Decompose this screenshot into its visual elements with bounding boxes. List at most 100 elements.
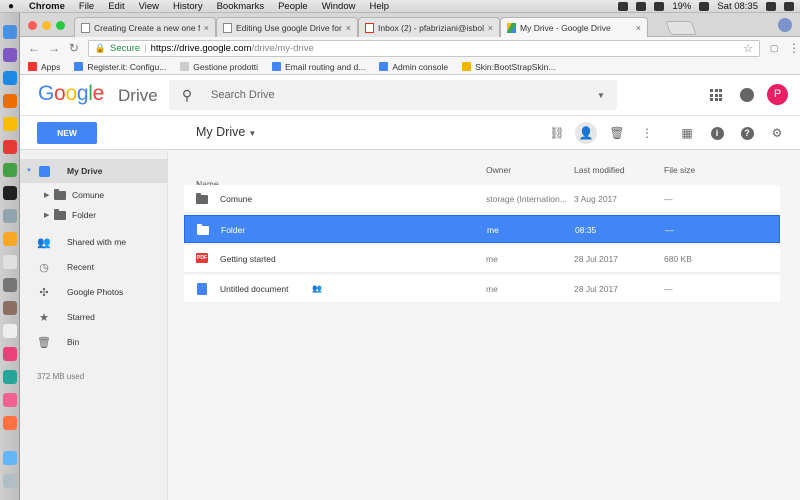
menu-people[interactable]: People <box>271 1 315 12</box>
apple-icon[interactable]: ● <box>0 1 22 12</box>
app-icon[interactable] <box>3 278 17 292</box>
photos-icon[interactable] <box>3 347 17 361</box>
file-size: — <box>664 284 673 294</box>
location-title[interactable]: My Drive ▼ <box>196 125 256 139</box>
sidebar-item-shared-with-me[interactable]: 👥 Shared with me <box>20 230 168 254</box>
firefox-icon[interactable] <box>3 94 17 108</box>
tree-item-folder[interactable]: ▶ Folder <box>20 205 168 225</box>
volume-icon[interactable] <box>654 1 665 11</box>
status-icon[interactable] <box>618 1 629 11</box>
sidebar-item-recent[interactable]: ◷ Recent <box>20 255 168 279</box>
chrome-profile-icon[interactable] <box>778 18 792 32</box>
extension-icon[interactable]: ▢ <box>768 43 780 54</box>
sidebar-item-google-photos[interactable]: ✣ Google Photos <box>20 280 168 304</box>
tab-creating[interactable]: Creating Create a new one fol × <box>74 17 216 37</box>
settings-gear-icon[interactable]: ⚙ <box>766 122 788 144</box>
chrome-menu-icon[interactable]: ⋮ <box>788 41 800 55</box>
address-bar[interactable]: 🔒 Secure | https://drive.google.com/driv… <box>87 39 761 57</box>
notification-center-icon[interactable] <box>784 1 794 11</box>
launchpad-icon[interactable] <box>3 48 17 62</box>
forward-icon[interactable]: → <box>48 41 60 55</box>
menu-app-name[interactable]: Chrome <box>22 1 72 12</box>
bookmark-gestione[interactable]: Gestione prodotti <box>180 62 258 72</box>
menu-bookmarks[interactable]: Bookmarks <box>210 1 272 12</box>
sidebar-item-bin[interactable]: 🗑 Bin <box>20 330 168 354</box>
notifications-icon[interactable] <box>740 88 754 102</box>
tab-my-drive[interactable]: My Drive - Google Drive × <box>500 17 648 37</box>
help-icon[interactable]: ? <box>736 122 758 144</box>
expand-arrow-icon[interactable]: ▶ <box>44 191 49 199</box>
messages-icon[interactable] <box>3 370 17 384</box>
battery-icon[interactable] <box>699 1 710 11</box>
menu-edit[interactable]: Edit <box>101 1 131 12</box>
menu-view[interactable]: View <box>132 1 166 12</box>
search-input[interactable] <box>205 89 597 101</box>
app-icon[interactable] <box>3 209 17 223</box>
tab-close-icon[interactable]: × <box>204 23 209 33</box>
sidebar-item-my-drive[interactable]: ▼ My Drive <box>20 159 168 183</box>
app-icon[interactable] <box>3 301 17 315</box>
delete-icon[interactable]: 🗑 <box>606 122 628 144</box>
tab-close-icon[interactable]: × <box>488 23 493 33</box>
search-icon[interactable]: ⚲ <box>169 87 205 104</box>
menu-window[interactable]: Window <box>315 1 363 12</box>
wifi-icon[interactable] <box>636 1 647 11</box>
bookmark-email-routing[interactable]: Email routing and d... <box>272 62 365 72</box>
app-icon[interactable] <box>3 324 17 338</box>
tree-item-comune[interactable]: ▶ Comune <box>20 185 168 205</box>
column-last-modified[interactable]: Last modified <box>574 165 625 175</box>
itunes-icon[interactable] <box>3 393 17 407</box>
terminal-icon[interactable] <box>3 186 17 200</box>
account-avatar[interactable]: P <box>767 84 788 105</box>
window-close-icon[interactable] <box>28 21 37 30</box>
file-row-selected[interactable]: Folder me 08:35 — <box>184 215 780 243</box>
app-icon[interactable] <box>3 163 17 177</box>
trash-icon[interactable] <box>3 474 17 488</box>
bookmark-admin-console[interactable]: Admin console <box>379 62 448 72</box>
chrome-icon[interactable] <box>3 117 17 131</box>
bookmark-register[interactable]: Register.it: Configu... <box>74 62 166 72</box>
downloads-icon[interactable] <box>3 451 17 465</box>
get-link-icon[interactable]: ⛓ <box>546 122 568 144</box>
reload-icon[interactable]: ↻ <box>68 41 80 55</box>
window-minimize-icon[interactable] <box>42 21 51 30</box>
finder-icon[interactable] <box>3 25 17 39</box>
safari-icon[interactable] <box>3 71 17 85</box>
bookmark-skin[interactable]: Skin:BootStrapSkin... <box>462 62 555 72</box>
ibooks-icon[interactable] <box>3 416 17 430</box>
new-button[interactable]: NEW <box>37 122 97 144</box>
bookmark-apps[interactable]: Apps <box>28 62 60 72</box>
search-options-icon[interactable]: ▼ <box>597 91 617 100</box>
menu-file[interactable]: File <box>72 1 101 12</box>
tab-close-icon[interactable]: × <box>636 23 641 33</box>
file-row[interactable]: Comune storage (Internation... 3 Aug 201… <box>184 185 780 213</box>
back-icon[interactable]: ← <box>28 41 40 55</box>
grid-view-icon[interactable]: ▦ <box>676 122 698 144</box>
menu-history[interactable]: History <box>166 1 210 12</box>
expand-arrow-icon[interactable]: ▶ <box>44 211 49 219</box>
google-apps-icon[interactable] <box>710 89 722 101</box>
lock-icon[interactable]: 🔒 <box>95 43 106 54</box>
tab-close-icon[interactable]: × <box>346 23 351 33</box>
details-info-icon[interactable]: i <box>706 122 728 144</box>
clock[interactable]: Sat 08:35 <box>717 1 758 12</box>
file-row[interactable]: Untitled document 👥 me 28 Jul 2017 — <box>184 275 780 303</box>
app-icon[interactable] <box>3 140 17 154</box>
collapse-arrow-icon[interactable]: ▼ <box>26 168 32 174</box>
new-tab-button[interactable] <box>665 21 697 35</box>
spotlight-icon[interactable] <box>766 1 776 11</box>
file-row[interactable]: PDF Getting started me 28 Jul 2017 680 K… <box>184 245 780 273</box>
calendar-icon[interactable] <box>3 255 17 269</box>
storage-used[interactable]: 372 MB used <box>37 372 84 381</box>
bookmark-star-icon[interactable]: ☆ <box>743 42 753 55</box>
google-logo[interactable]: Google <box>38 82 104 106</box>
window-zoom-icon[interactable] <box>56 21 65 30</box>
notes-icon[interactable] <box>3 232 17 246</box>
share-add-person-icon[interactable]: 👤 <box>575 122 597 144</box>
tab-inbox[interactable]: Inbox (2) - pfabriziani@isbolo × <box>358 17 500 37</box>
menu-help[interactable]: Help <box>362 1 396 12</box>
more-actions-icon[interactable]: ⋮ <box>636 122 658 144</box>
dock <box>0 13 20 500</box>
sidebar-item-starred[interactable]: ★ Starred <box>20 305 168 329</box>
tab-editing[interactable]: Editing Use google Drive for t × <box>216 17 358 37</box>
